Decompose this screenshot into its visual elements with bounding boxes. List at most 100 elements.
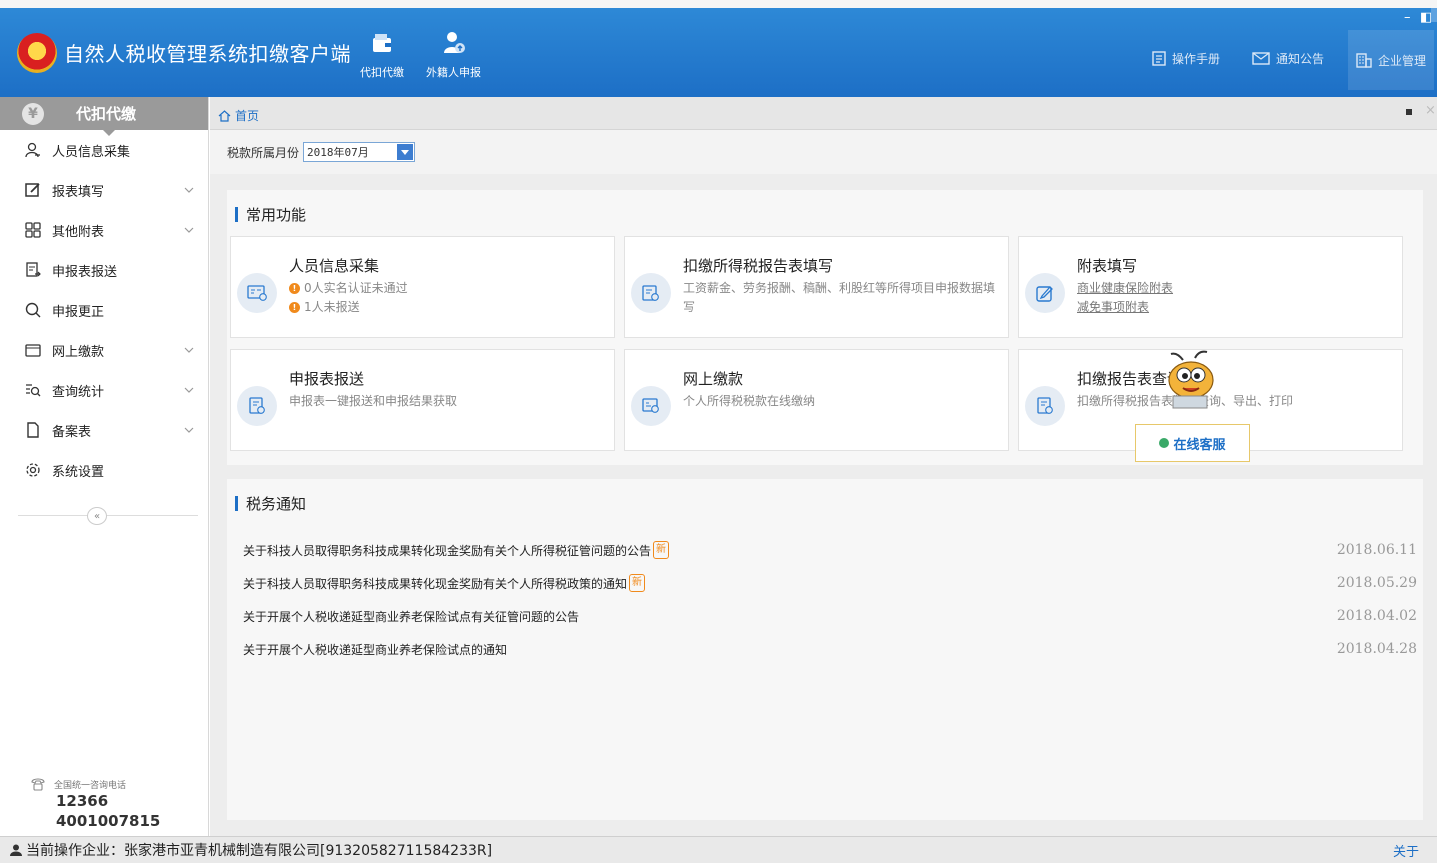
national-emblem-icon	[17, 33, 57, 73]
tab-close-button[interactable]: ×	[1425, 103, 1436, 118]
report-query-icon	[1025, 386, 1065, 426]
card-description: 工资薪金、劳务报酬、稿酬、利股红等所得项目申报数据填写	[683, 281, 996, 314]
tax-notice-panel: 税务通知 关于科技人员取得职务科技成果转化现金奖励有关个人所得税征管问题的公告 …	[227, 479, 1423, 820]
card-description: 申报表一键报送和申报结果获取	[289, 394, 458, 408]
sidebar-item-correction[interactable]: 申报更正	[0, 290, 208, 330]
top-nav-withholding-label: 代扣代缴	[360, 66, 404, 79]
grid-icon	[24, 221, 42, 239]
chevron-down-icon	[184, 183, 194, 197]
sidebar-item-settings[interactable]: 系统设置	[0, 450, 208, 490]
card-schedule-fill[interactable]: 附表填写 商业健康保险附表 减免事项附表	[1018, 236, 1403, 338]
edit-icon	[24, 181, 42, 199]
month-label: 税款所属月份	[227, 145, 300, 160]
warning-text: 1人未报送	[304, 300, 360, 314]
sidebar-item-report-fill[interactable]: 报表填写	[0, 170, 208, 210]
manual-link[interactable]: 操作手册	[1152, 50, 1220, 67]
sidebar-item-personnel[interactable]: 人员信息采集	[0, 130, 208, 170]
card-links: 商业健康保险附表 减免事项附表	[1077, 279, 1392, 317]
online-service-label: 在线客服	[1173, 437, 1226, 453]
sidebar-item-label: 人员信息采集	[52, 144, 131, 160]
sidebar-item-other-schedules[interactable]: 其他附表	[0, 210, 208, 250]
sidebar-item-label: 报表填写	[52, 184, 105, 200]
card-description: 扣缴所得税报告表数据查询、导出、打印	[1077, 392, 1392, 411]
manual-label: 操作手册	[1172, 52, 1221, 66]
hotline-number: 12366	[56, 792, 109, 810]
month-value: 2018年07月	[307, 146, 369, 159]
health-insurance-schedule-link[interactable]: 商业健康保险附表	[1077, 279, 1392, 298]
notice-date: 2018.04.28	[1336, 641, 1417, 657]
pencil-icon	[1025, 273, 1065, 313]
new-badge: 新	[653, 541, 670, 559]
tab-maximize-button[interactable]	[1406, 109, 1412, 115]
sidebar-item-label: 查询统计	[52, 384, 105, 400]
notice-item[interactable]: 关于科技人员取得职务科技成果转化现金奖励有关个人所得税政策的通知 新 2018.…	[243, 573, 1417, 593]
card-online-payment[interactable]: 网上缴款 个人所得税税款在线缴纳	[624, 349, 1009, 451]
new-badge: 新	[629, 574, 646, 592]
warning-text: 0人实名认证未通过	[304, 281, 408, 295]
online-service-icon	[1159, 438, 1170, 448]
notice-text: 关于开展个人税收递延型商业养老保险试点有关征管问题的公告	[243, 609, 580, 624]
panel-title-text: 常用功能	[246, 206, 307, 224]
sidebar-header-title: 代扣代缴	[76, 105, 137, 123]
hotline-number: 4001007815	[56, 812, 161, 830]
exemption-schedule-link[interactable]: 减免事项附表	[1077, 298, 1392, 317]
wallet-icon	[24, 341, 42, 359]
mail-icon	[1252, 52, 1270, 65]
top-nav-withholding[interactable]: 代扣代缴	[360, 30, 404, 80]
about-link[interactable]: 关于	[1393, 841, 1419, 860]
window-top-edge	[0, 0, 1437, 8]
notice-item[interactable]: 关于科技人员取得职务科技成果转化现金奖励有关个人所得税征管问题的公告 新 201…	[243, 540, 1417, 560]
hotline: 全国统一咨询电话 12366 4001007815	[30, 777, 160, 831]
app-title: 自然人税收管理系统扣缴客户端	[64, 42, 351, 66]
panel-title-text: 税务通知	[246, 495, 307, 513]
sidebar-item-label: 备案表	[52, 424, 92, 440]
current-company: 当前操作企业：张家港市亚青机械制造有限公司[91320582711584233R…	[26, 843, 493, 859]
sidebar-item-submit-report[interactable]: 申报表报送	[0, 250, 208, 290]
home-icon	[218, 109, 231, 122]
collapse-sidebar-button[interactable]: «	[87, 507, 107, 525]
send-report-icon	[24, 261, 42, 279]
sidebar-item-label: 申报表报送	[52, 264, 118, 280]
payment-icon	[631, 386, 671, 426]
divider	[18, 515, 198, 516]
card-withholding-report-fill[interactable]: 扣缴所得税报告表填写 工资薪金、劳务报酬、稿酬、利股红等所得项目申报数据填写	[624, 236, 1009, 338]
month-select[interactable]: 2018年07月	[303, 142, 416, 162]
warning-icon: !	[289, 302, 300, 313]
tax-notice-title: 税务通知	[235, 493, 306, 514]
card-description: 个人所得税税款在线缴纳	[683, 394, 816, 408]
notice-item[interactable]: 关于开展个人税收递延型商业养老保险试点的通知 2018.04.28	[243, 639, 1417, 659]
foreigner-person-icon	[441, 30, 467, 56]
card-title: 附表填写	[1077, 257, 1138, 275]
tab-home[interactable]: 首页	[218, 107, 259, 124]
title-accent-bar	[235, 207, 238, 222]
mascot-ant-icon[interactable]	[1163, 350, 1223, 410]
top-nav-foreigner[interactable]: 外籍人申报	[426, 30, 481, 80]
card-report-submit[interactable]: 申报表报送 申报表一键报送和申报结果获取	[230, 349, 615, 451]
sidebar-header: ¥ 代扣代缴	[0, 97, 208, 136]
card-title: 申报表报送	[289, 370, 365, 388]
sidebar-item-filing[interactable]: 备案表	[0, 410, 208, 450]
person-icon	[24, 141, 42, 159]
report-send-icon	[237, 386, 277, 426]
close-window-button[interactable]	[1431, 8, 1437, 22]
notice-link[interactable]: 通知公告	[1252, 50, 1324, 67]
sidebar-item-query-stats[interactable]: 查询统计	[0, 370, 208, 410]
wallet-card-icon	[369, 30, 395, 56]
minimize-button[interactable]: –	[1404, 10, 1411, 25]
chevron-down-icon	[184, 423, 194, 437]
notice-item[interactable]: 关于开展个人税收递延型商业养老保险试点有关征管问题的公告 2018.04.02	[243, 606, 1417, 626]
sidebar: ¥ 代扣代缴 人员信息采集 报表填写 其他附表 申报表报送 申报更正 网上缴款 …	[0, 97, 209, 836]
card-personnel-collection[interactable]: 人员信息采集 ! 0人实名认证未通过 ! 1人未报送	[230, 236, 615, 338]
phone-icon	[31, 778, 45, 791]
card-title: 人员信息采集	[289, 257, 380, 275]
query-icon	[24, 381, 42, 399]
common-functions-title: 常用功能	[235, 204, 306, 225]
sidebar-item-online-payment[interactable]: 网上缴款	[0, 330, 208, 370]
gear-icon	[24, 461, 42, 479]
hotline-label: 全国统一咨询电话	[54, 780, 127, 791]
search-icon	[24, 301, 42, 319]
online-service-button[interactable]: 在线客服	[1135, 424, 1250, 462]
company-management-button[interactable]: 企业管理	[1348, 30, 1434, 90]
notice-date: 2018.04.02	[1336, 608, 1417, 624]
chevron-down-icon	[184, 223, 194, 237]
